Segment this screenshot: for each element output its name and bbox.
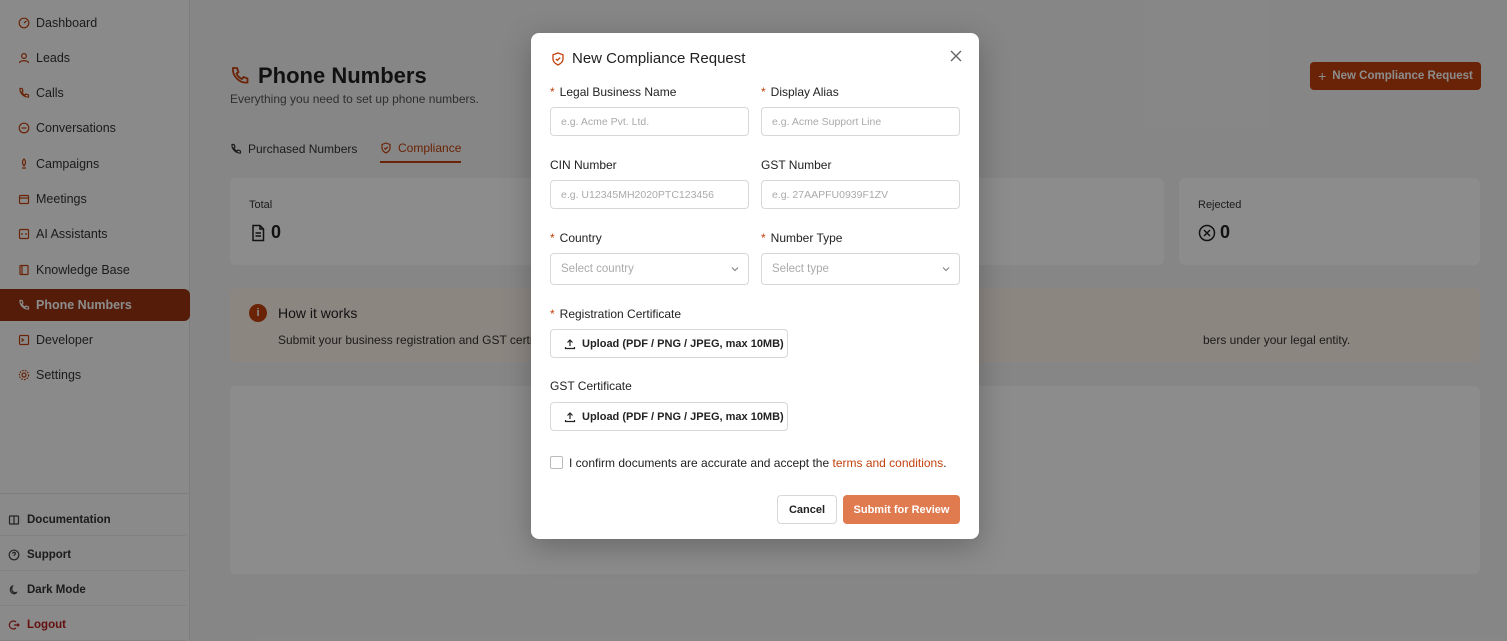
upload-label: Upload (PDF / PNG / JPEG, max 10MB) [582,337,784,350]
country-label: * Country [550,231,602,245]
modal-title-text: New Compliance Request [572,50,746,67]
modal-title: New Compliance Request [551,50,745,67]
country-select[interactable]: Select country [550,253,749,285]
placeholder-text: Select country [561,263,634,275]
label-text: Display Alias [770,85,839,99]
legal-business-name-input[interactable]: e.g. Acme Pvt. Ltd. [550,107,749,136]
required-marker: * [550,307,555,321]
terms-link[interactable]: terms and conditions [832,456,943,470]
placeholder-text: Select type [772,263,829,275]
cancel-button[interactable]: Cancel [777,495,837,524]
required-marker: * [550,85,555,99]
required-marker: * [761,231,766,245]
gst-certificate-upload-button[interactable]: Upload (PDF / PNG / JPEG, max 10MB) [550,402,788,431]
chevron-down-icon [731,267,739,272]
confirm-checkbox[interactable] [550,456,563,469]
required-marker: * [761,85,766,99]
submit-for-review-button[interactable]: Submit for Review [843,495,960,524]
number-type-label: * Number Type [761,231,842,245]
cin-number-label: CIN Number [550,158,617,172]
upload-icon [564,338,576,349]
cin-number-input[interactable]: e.g. U12345MH2020PTC123456 [550,180,749,209]
required-marker: * [550,231,555,245]
gst-certificate-label: GST Certificate [550,379,632,393]
upload-label: Upload (PDF / PNG / JPEG, max 10MB) [582,410,784,423]
label-text: Legal Business Name [559,85,677,99]
placeholder-text: e.g. Acme Pvt. Ltd. [561,115,650,128]
close-icon [950,50,962,62]
placeholder-text: e.g. 27AAPFU0939F1ZV [772,188,889,201]
gst-number-input[interactable]: e.g. 27AAPFU0939F1ZV [761,180,960,209]
upload-icon [564,411,576,422]
registration-certificate-label: * Registration Certificate [550,307,681,321]
display-alias-input[interactable]: e.g. Acme Support Line [761,107,960,136]
display-alias-label: * Display Alias [761,85,839,99]
gst-number-label: GST Number [761,158,832,172]
shield-icon [552,51,564,66]
registration-certificate-upload-button[interactable]: Upload (PDF / PNG / JPEG, max 10MB) [550,329,788,358]
confirm-text-main: I confirm documents are accurate and acc… [569,456,833,470]
placeholder-text: e.g. U12345MH2020PTC123456 [561,188,714,201]
compliance-request-modal: New Compliance Request * Legal Business N… [531,33,979,539]
label-text: Registration Certificate [559,307,682,321]
label-text: Number Type [770,231,843,245]
placeholder-text: e.g. Acme Support Line [772,115,882,128]
close-button[interactable] [948,48,964,64]
label-text: Country [559,231,602,245]
number-type-select[interactable]: Select type [761,253,960,285]
confirm-text: I confirm documents are accurate and acc… [569,456,947,470]
confirm-text-end: . [943,456,947,470]
chevron-down-icon [942,267,950,272]
legal-business-name-label: * Legal Business Name [550,85,676,99]
